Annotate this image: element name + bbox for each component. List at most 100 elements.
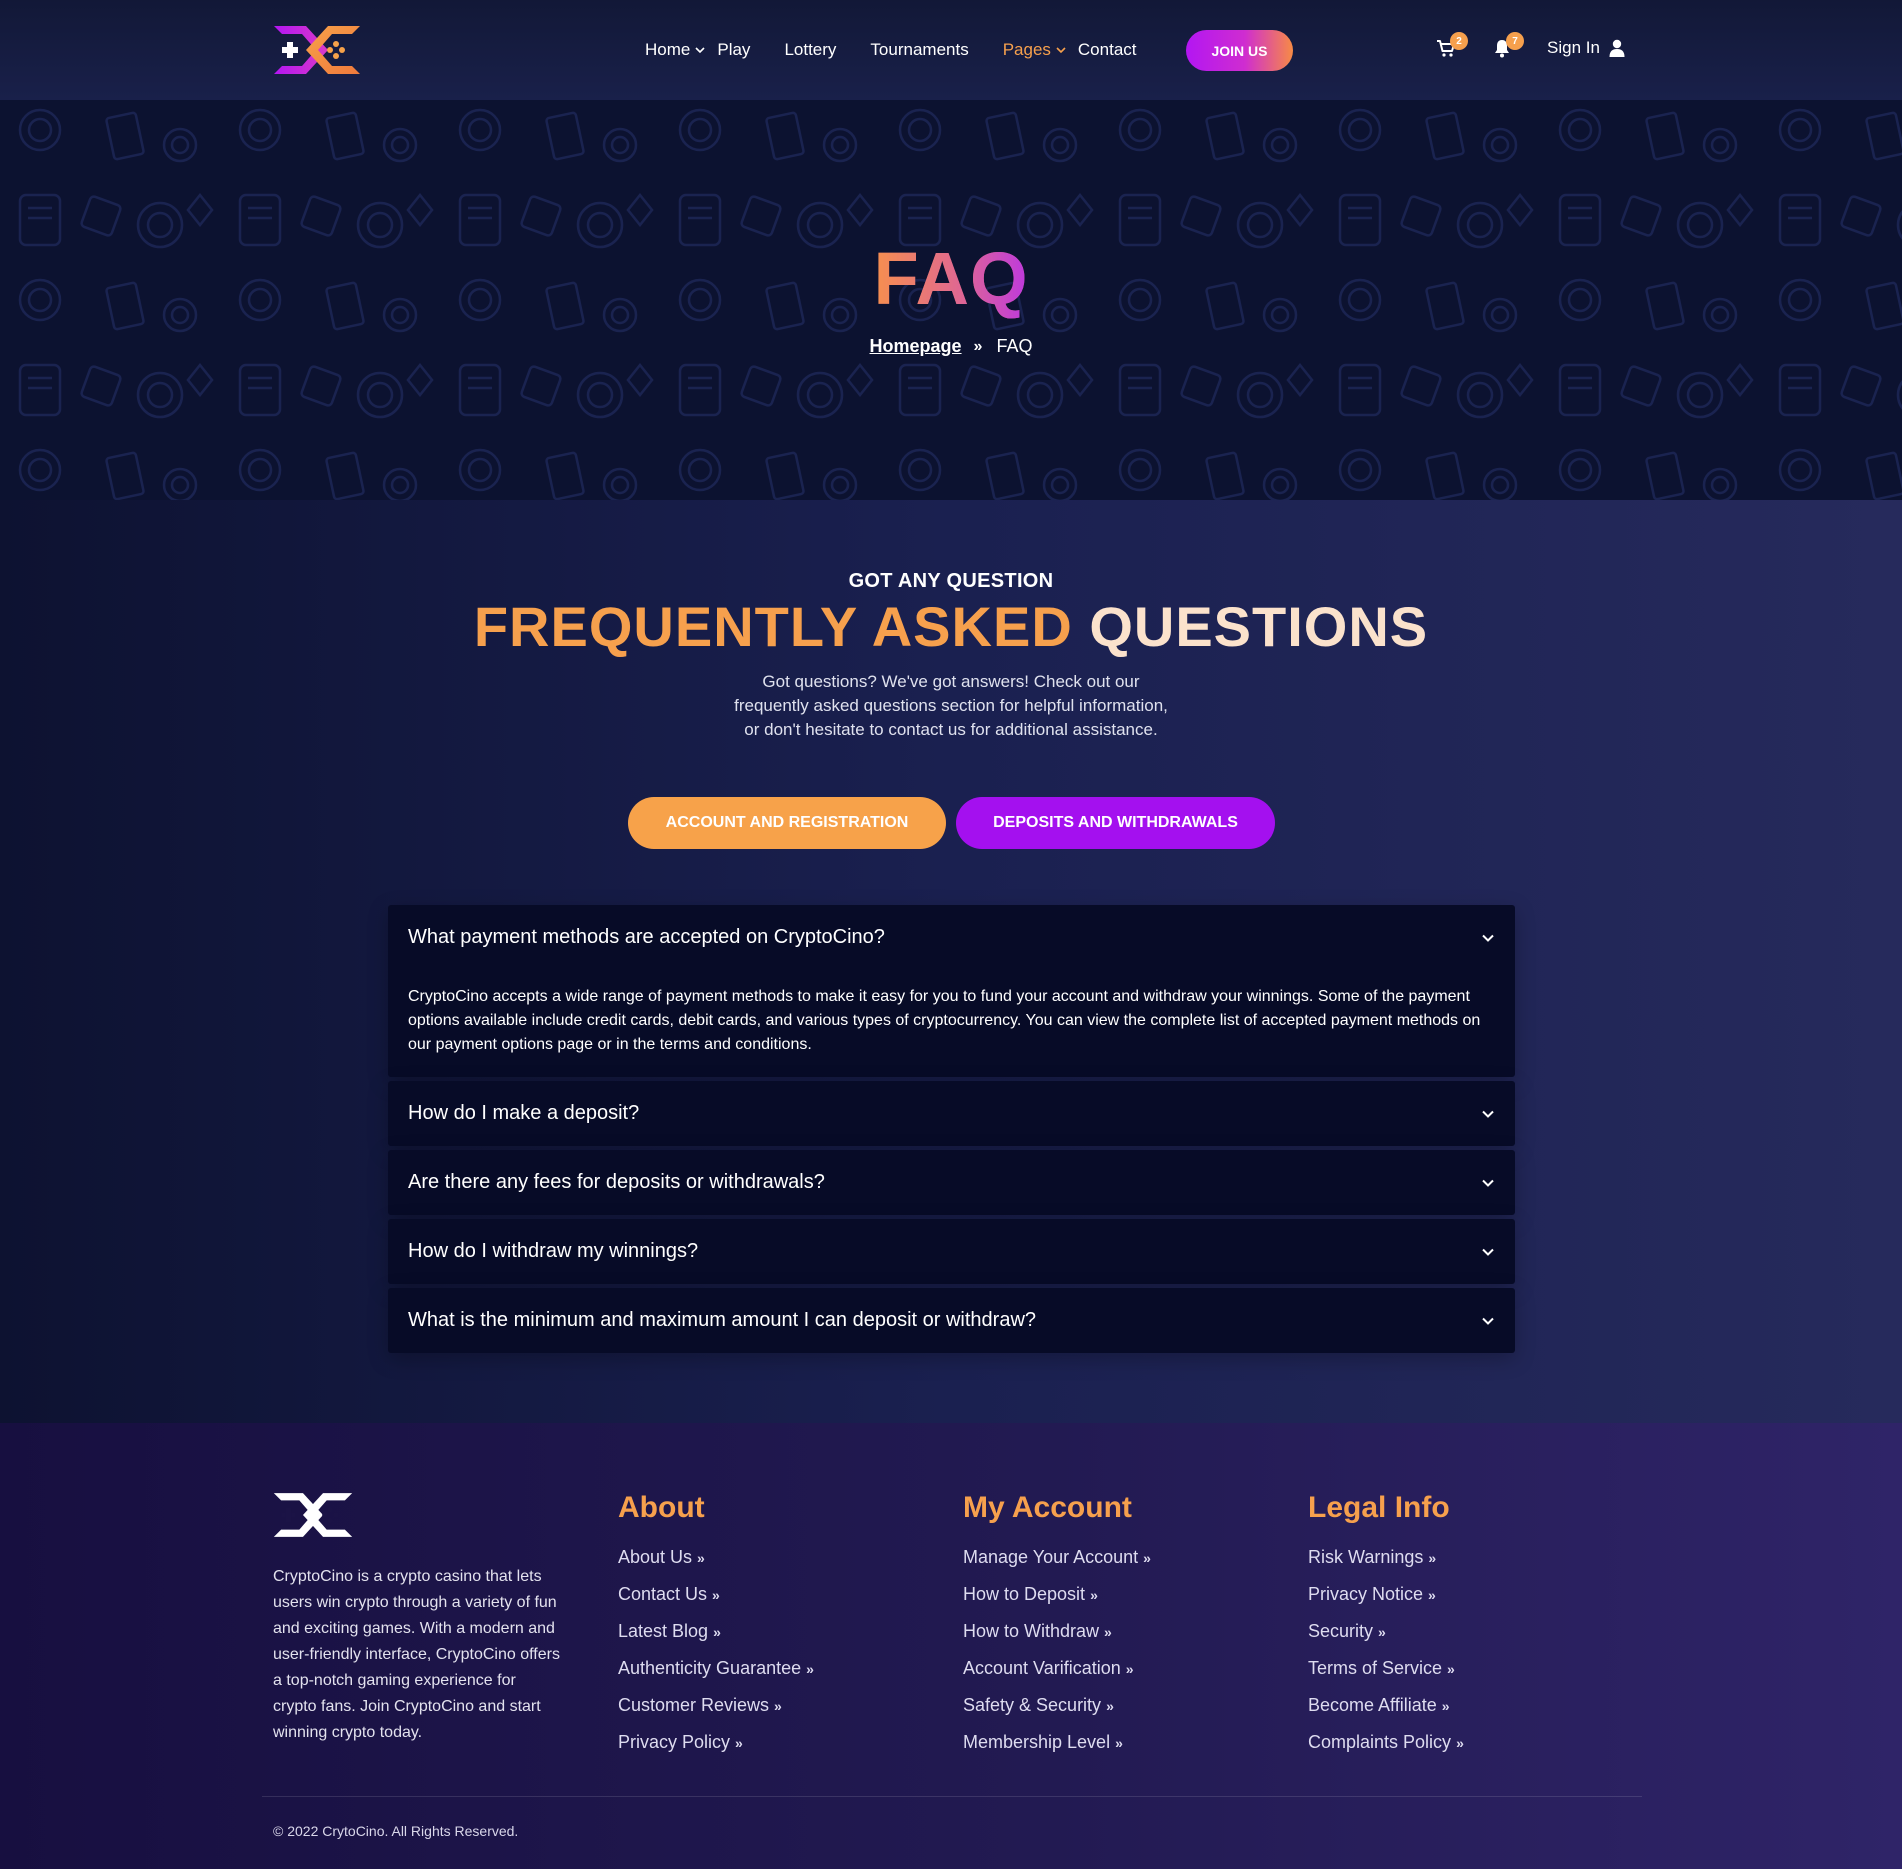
footer-column-my-account: My Account Manage Your Account» How to D… [963, 1491, 1151, 1761]
nav-lottery[interactable]: Lottery [784, 40, 836, 60]
sign-in-link[interactable]: Sign In [1547, 38, 1625, 58]
double-chevron-right-icon: » [1090, 1586, 1098, 1603]
nav-play[interactable]: Play [717, 40, 750, 60]
breadcrumb-current: FAQ [996, 336, 1033, 356]
cart-button[interactable]: 2 [1436, 32, 1468, 60]
footer-link-label: Become Affiliate [1308, 1695, 1437, 1715]
faq-item: What payment methods are accepted on Cry… [388, 905, 1515, 1077]
site-footer: CryptoCino is a crypto casino that lets … [0, 1423, 1902, 1869]
footer-about-text: CryptoCino is a crypto casino that lets … [273, 1568, 560, 1741]
section-description: Got questions? We've got answers! Check … [0, 670, 1902, 742]
page-title: FAQ [0, 236, 1902, 321]
nav-lottery-label: Lottery [784, 40, 837, 59]
double-chevron-right-icon: » [1115, 1734, 1123, 1751]
main-nav: Home Play Lottery Tournaments Pages Cont… [645, 36, 1171, 64]
nav-home-label: Home [645, 40, 691, 59]
chevron-down-icon [1482, 1248, 1494, 1256]
footer-logo[interactable] [272, 1491, 354, 1539]
chevron-down-icon [695, 47, 705, 54]
footer-link-label: How to Deposit [963, 1584, 1086, 1604]
join-us-button[interactable]: JOIN US [1186, 30, 1293, 71]
nav-home[interactable]: Home [645, 40, 705, 60]
faq-question: What is the minimum and maximum amount I… [408, 1309, 1037, 1331]
footer-link[interactable]: How to Withdraw» [963, 1613, 1151, 1650]
chevron-down-icon [1482, 1179, 1494, 1187]
chevron-down-icon [1482, 1110, 1494, 1118]
footer-link[interactable]: Safety & Security» [963, 1687, 1151, 1724]
footer-link[interactable]: Account Varification» [963, 1650, 1151, 1687]
footer-link[interactable]: Privacy Notice» [1308, 1576, 1464, 1613]
faq-question-toggle[interactable]: How do I make a deposit? [388, 1081, 1515, 1146]
footer-column-title: About [618, 1491, 705, 1524]
footer-link[interactable]: Complaints Policy» [1308, 1724, 1464, 1761]
footer-link[interactable]: About Us» [618, 1539, 814, 1576]
nav-pages[interactable]: Pages [1003, 40, 1066, 60]
notification-count-badge: 7 [1506, 32, 1524, 50]
footer-link-label: Authenticity Guarantee [618, 1658, 802, 1678]
faq-question-toggle[interactable]: What payment methods are accepted on Cry… [388, 905, 1515, 970]
faq-item: Are there any fees for deposits or withd… [388, 1150, 1515, 1215]
footer-link[interactable]: Manage Your Account» [963, 1539, 1151, 1576]
footer-link[interactable]: Privacy Policy» [618, 1724, 814, 1761]
faq-question: How do I withdraw my winnings? [408, 1240, 699, 1262]
section-eyebrow: GOT ANY QUESTION [848, 570, 1054, 592]
double-chevron-right-icon: » [1106, 1697, 1114, 1714]
description-line: or don't hesitate to contact us for addi… [744, 720, 1158, 739]
double-chevron-right-icon: » [1428, 1586, 1436, 1603]
page-title-text: FAQ [873, 237, 1029, 320]
faq-question: Are there any fees for deposits or withd… [408, 1171, 825, 1193]
double-chevron-right-icon: » [735, 1734, 743, 1751]
nav-tournaments[interactable]: Tournaments [870, 40, 968, 60]
footer-link[interactable]: How to Deposit» [963, 1576, 1151, 1613]
footer-link-label: About Us [618, 1547, 693, 1567]
double-chevron-right-icon: » [713, 1623, 721, 1640]
faq-question-toggle[interactable]: How do I withdraw my winnings? [388, 1219, 1515, 1284]
faq-section: GOT ANY QUESTION FREQUENTLY ASKED QUESTI… [0, 500, 1902, 1423]
logo[interactable] [272, 24, 362, 76]
faq-question: How do I make a deposit? [408, 1102, 640, 1124]
faq-item: What is the minimum and maximum amount I… [388, 1288, 1515, 1353]
footer-link[interactable]: Latest Blog» [618, 1613, 814, 1650]
description-line: Got questions? We've got answers! Check … [762, 672, 1140, 691]
double-chevron-right-icon: » [1143, 1549, 1151, 1566]
nav-contact-label: Contact [1077, 40, 1137, 59]
section-title-part2: QUESTIONS [1089, 595, 1429, 658]
double-chevron-right-icon: » [1104, 1623, 1112, 1640]
page-hero: FAQ Homepage » FAQ [0, 100, 1902, 500]
site-header: Home Play Lottery Tournaments Pages Cont… [0, 0, 1902, 100]
faq-question-toggle[interactable]: Are there any fees for deposits or withd… [388, 1150, 1515, 1215]
footer-link[interactable]: Risk Warnings» [1308, 1539, 1464, 1576]
double-chevron-right-icon: » [1378, 1623, 1386, 1640]
footer-link[interactable]: Contact Us» [618, 1576, 814, 1613]
footer-link[interactable]: Terms of Service» [1308, 1650, 1464, 1687]
tab-deposits-withdrawals[interactable]: DEPOSITS AND WITHDRAWALS [956, 797, 1275, 849]
footer-link[interactable]: Membership Level» [963, 1724, 1151, 1761]
double-chevron-right-icon: » [1428, 1549, 1437, 1566]
faq-question-toggle[interactable]: What is the minimum and maximum amount I… [388, 1288, 1515, 1353]
footer-link-label: Security [1308, 1621, 1374, 1641]
nav-play-label: Play [717, 40, 751, 59]
double-chevron-right-icon: » [1441, 1697, 1450, 1714]
notifications-button[interactable]: 7 [1492, 32, 1524, 60]
breadcrumb: Homepage » FAQ [0, 336, 1902, 357]
footer-link[interactable]: Become Affiliate» [1308, 1687, 1464, 1724]
nav-contact[interactable]: Contact [1078, 40, 1137, 60]
breadcrumb-home-link[interactable]: Homepage [870, 336, 962, 357]
chevron-down-icon [1482, 1317, 1494, 1325]
description-line: frequently asked questions section for h… [734, 696, 1168, 715]
tab-account-registration[interactable]: ACCOUNT AND REGISTRATION [628, 797, 946, 849]
footer-divider [262, 1796, 1642, 1797]
footer-link-label: Manage Your Account [963, 1547, 1139, 1567]
faq-accordion: What payment methods are accepted on Cry… [388, 905, 1515, 1357]
footer-link-label: Contact Us [618, 1584, 708, 1604]
nav-tournaments-label: Tournaments [870, 40, 969, 59]
double-chevron-right-icon: » [1447, 1660, 1455, 1677]
faq-item: How do I withdraw my winnings? [388, 1219, 1515, 1284]
footer-column-about: About About Us» Contact Us» Latest Blog»… [618, 1491, 814, 1761]
footer-link-label: Privacy Policy [618, 1732, 731, 1752]
footer-link[interactable]: Security» [1308, 1613, 1464, 1650]
double-chevron-right-icon: » [712, 1586, 720, 1603]
footer-link[interactable]: Authenticity Guarantee» [618, 1650, 814, 1687]
footer-link[interactable]: Customer Reviews» [618, 1687, 814, 1724]
footer-link-label: Membership Level [963, 1732, 1111, 1752]
